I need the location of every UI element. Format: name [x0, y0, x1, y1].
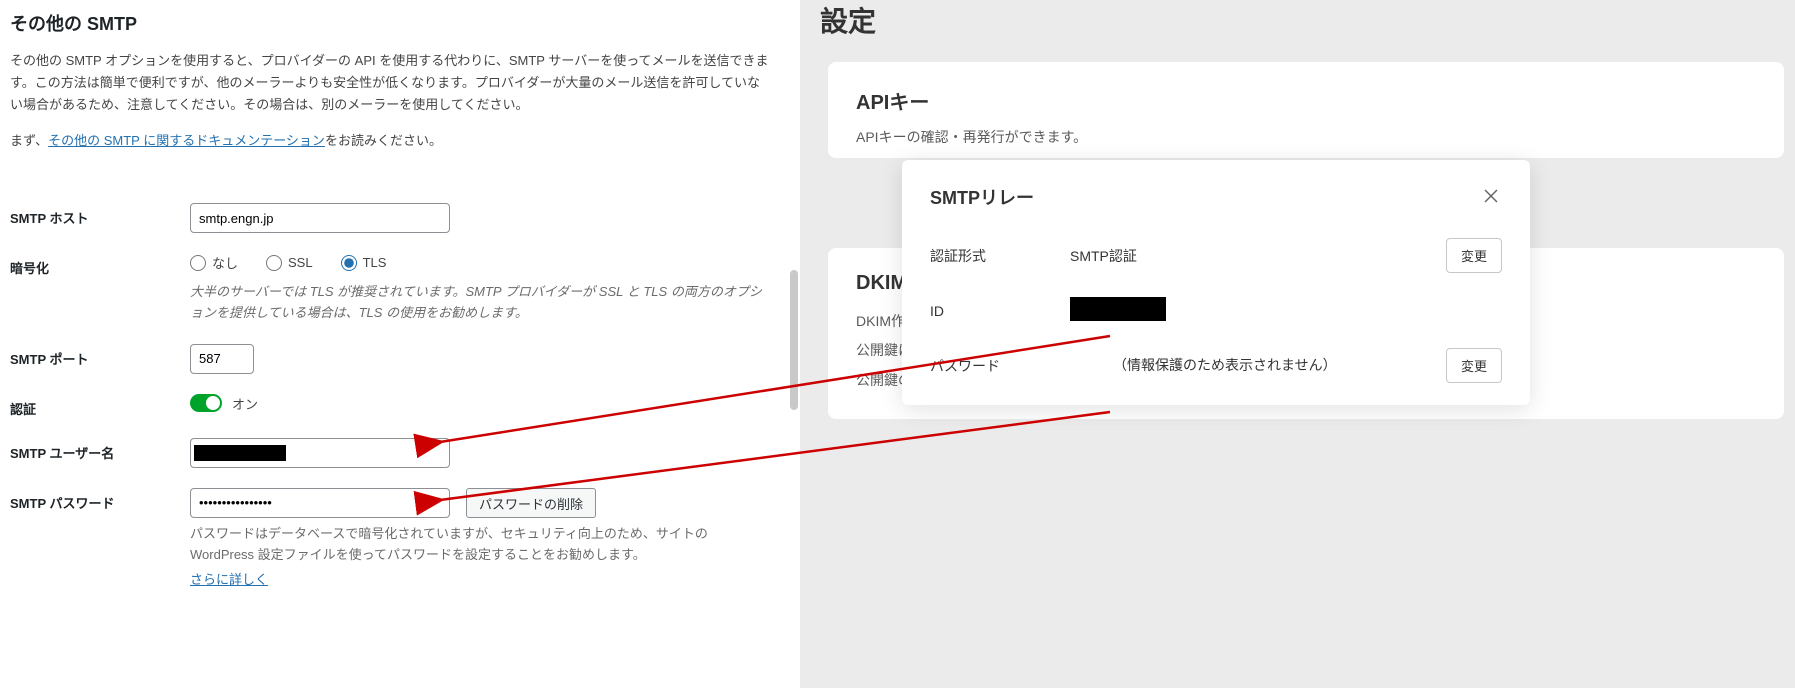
row-host: SMTP ホスト [10, 203, 790, 233]
row-auth: 認証 オン [10, 394, 790, 418]
port-label: SMTP ポート [10, 344, 190, 368]
doc-link[interactable]: その他の SMTP に関するドキュメンテーション [48, 133, 325, 148]
smtp-port-input[interactable] [190, 344, 254, 374]
user-redacted [194, 445, 286, 461]
right-page-title: 設定 [820, 0, 876, 40]
id-label: ID [930, 303, 1060, 319]
user-label: SMTP ユーザー名 [10, 438, 190, 462]
pass-change-button[interactable]: 変更 [1446, 348, 1502, 383]
modal-pass-value: （情報保護のため表示されません） [1103, 354, 1383, 376]
smtp-host-input[interactable] [190, 203, 450, 233]
scrollbar[interactable] [790, 270, 798, 410]
row-encryption: 暗号化 なし SSL TLS 大半のサーバーでは TLS が推奨されています。S… [10, 253, 790, 324]
modal-row-password: パスワード （情報保護のため表示されません） 変更 [930, 348, 1502, 383]
api-key-card: APIキー APIキーの確認・再発行ができます。 [828, 62, 1784, 158]
api-key-title: APIキー [856, 86, 1756, 115]
left-panel: その他の SMTP その他の SMTP オプションを使用すると、プロバイダーの … [0, 0, 800, 688]
doc-prefix: まず、 [10, 133, 48, 148]
close-icon[interactable] [1482, 187, 1502, 207]
modal-row-id: ID [930, 297, 1502, 324]
modal-pass-label: パスワード [930, 356, 1060, 376]
pass-help-text: パスワードはデータベースで暗号化されていますが、セキュリティ向上のため、サイトの… [190, 524, 770, 566]
left-description: その他の SMTP オプションを使用すると、プロバイダーの API を使用する代… [10, 50, 770, 116]
enc-tls-radio[interactable]: TLS [341, 255, 387, 271]
auth-label: 認証 [10, 394, 190, 418]
row-port: SMTP ポート [10, 344, 790, 374]
auth-toggle-label: オン [232, 394, 258, 413]
enc-none-radio[interactable]: なし [190, 253, 238, 272]
more-link[interactable]: さらに詳しく [190, 569, 770, 588]
enc-help-text: 大半のサーバーでは TLS が推奨されています。SMTP プロバイダーが SSL… [190, 282, 770, 324]
modal-row-auth-type: 認証形式 SMTP認証 変更 [930, 238, 1502, 273]
remove-password-button[interactable]: パスワードの削除 [466, 488, 596, 518]
doc-line: まず、その他の SMTP に関するドキュメンテーションをお読みください。 [10, 130, 790, 149]
id-redacted [1070, 297, 1166, 321]
pass-label: SMTP パスワード [10, 488, 190, 512]
auth-toggle[interactable] [190, 394, 222, 412]
auth-type-change-button[interactable]: 変更 [1446, 238, 1502, 273]
auth-type-value: SMTP認証 [1060, 246, 1426, 266]
enc-ssl-label: SSL [288, 255, 313, 270]
auth-type-label: 認証形式 [930, 246, 1060, 266]
left-heading: その他の SMTP [10, 10, 790, 36]
enc-ssl-radio[interactable]: SSL [266, 255, 313, 271]
smtp-relay-modal: SMTPリレー 認証形式 SMTP認証 変更 ID パスワード （情報保護のため… [902, 160, 1530, 405]
enc-tls-label: TLS [363, 255, 387, 270]
modal-title: SMTPリレー [930, 184, 1034, 210]
row-user: SMTP ユーザー名 [10, 438, 790, 468]
doc-suffix: をお読みください。 [325, 133, 442, 148]
smtp-pass-input[interactable] [190, 488, 450, 518]
enc-label: 暗号化 [10, 253, 190, 277]
host-label: SMTP ホスト [10, 203, 190, 227]
row-password: SMTP パスワード パスワードの削除 パスワードはデータベースで暗号化されてい… [10, 488, 790, 589]
api-key-desc: APIキーの確認・再発行ができます。 [856, 127, 1756, 147]
enc-none-label: なし [212, 253, 238, 272]
